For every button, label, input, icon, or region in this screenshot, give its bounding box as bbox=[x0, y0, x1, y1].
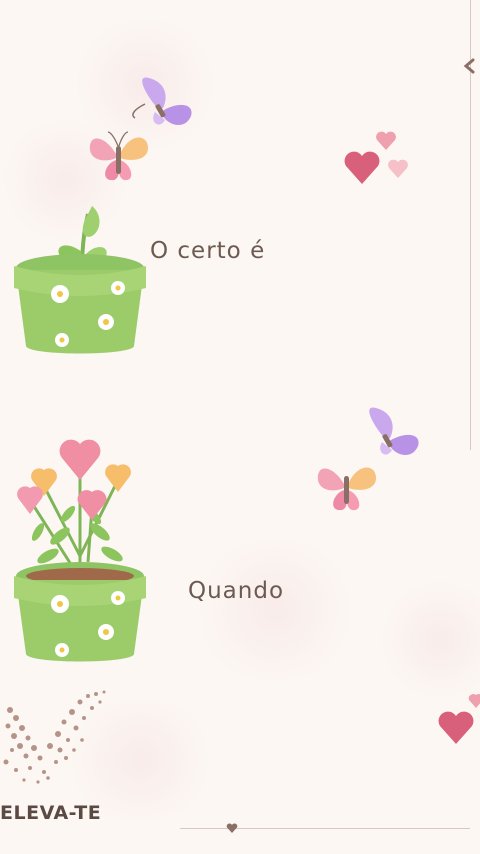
video-frame: O certo é Quando ELEVA-TE bbox=[0, 0, 480, 854]
caption-first: O certo é bbox=[150, 238, 266, 264]
hearts-decoration bbox=[344, 131, 408, 184]
frame-horizontal-line bbox=[180, 828, 470, 829]
caption-second: Quando bbox=[188, 578, 285, 604]
logo-text: ELEVA-TE bbox=[0, 802, 102, 824]
background-blob bbox=[190, 540, 360, 680]
background-blob bbox=[380, 580, 480, 700]
hearts-decoration bbox=[438, 694, 480, 744]
sprout-pot-illustration bbox=[14, 206, 146, 354]
butterfly-pink-icon bbox=[317, 467, 376, 511]
chevron-left-icon bbox=[463, 58, 475, 74]
butterfly-pink-icon bbox=[89, 131, 148, 181]
eleva-te-logo bbox=[3, 690, 106, 784]
flower-pot-illustration bbox=[14, 439, 146, 662]
heart-icon bbox=[226, 823, 238, 833]
